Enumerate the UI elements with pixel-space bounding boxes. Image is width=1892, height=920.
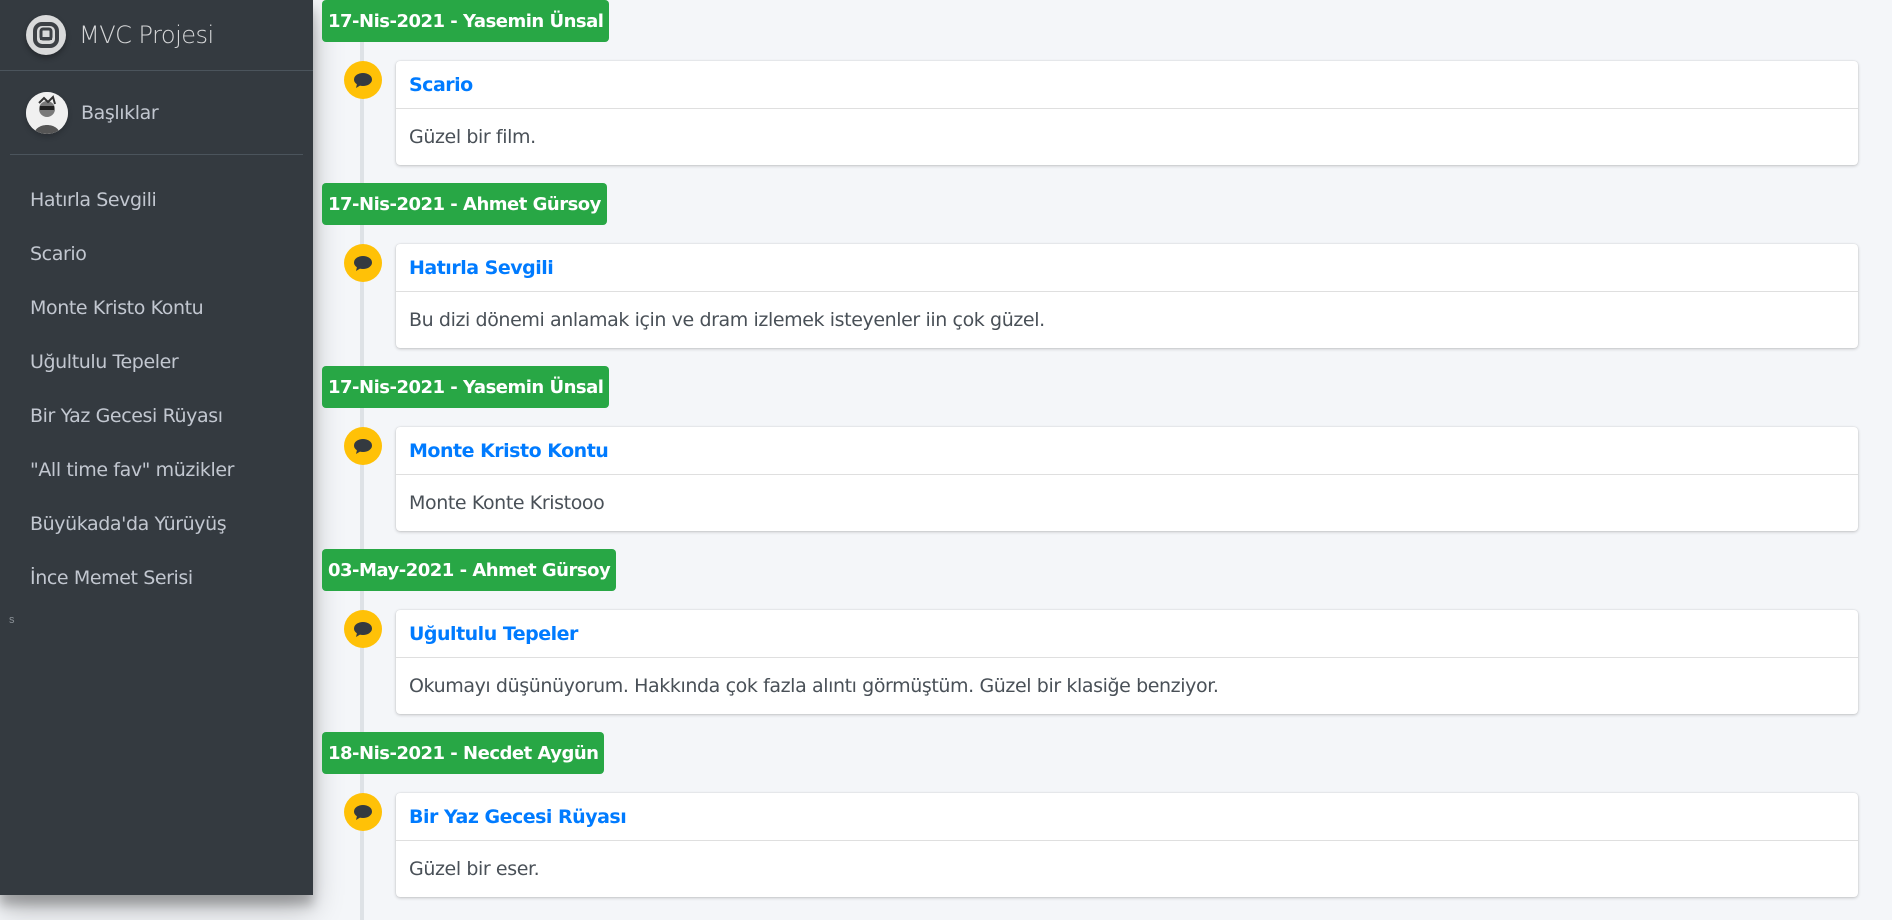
timeline-item: Scario Güzel bir film.	[396, 61, 1858, 165]
timeline-item-title[interactable]: Hatırla Sevgili	[396, 244, 1858, 292]
sidebar-item-hatirla-sevgili[interactable]: Hatırla Sevgili	[0, 173, 313, 227]
comment-icon	[344, 427, 382, 465]
sidebar-item-ugultulu-tepeler[interactable]: Uğultulu Tepeler	[0, 335, 313, 389]
timeline: 17-Nis-2021 - Yasemin Ünsal Scario Güzel…	[322, 0, 1858, 920]
comment-icon	[344, 793, 382, 831]
sidebar-item-all-time-fav-muzikler[interactable]: "All time fav" müzikler	[0, 443, 313, 497]
sidebar-item-buyukadada-yuruyus[interactable]: Büyükada'da Yürüyüş	[0, 497, 313, 551]
time-label: 17-Nis-2021 - Yasemin Ünsal	[322, 0, 610, 42]
sidebar-item-bir-yaz-gecesi-ruyasi[interactable]: Bir Yaz Gecesi Rüyası	[0, 389, 313, 443]
user-panel-label: Başlıklar	[81, 101, 159, 124]
timeline-item-body: Bu dizi dönemi anlamak için ve dram izle…	[409, 309, 1045, 331]
brand-title: MVC Projesi	[79, 21, 214, 49]
timeline-item-title[interactable]: Scario	[396, 61, 1858, 109]
timeline-item: Monte Kristo Kontu Monte Konte Kristooo	[396, 427, 1858, 531]
sidebar: MVC Projesi Başlıklar Hatırla Sevgili Sc…	[0, 0, 313, 895]
sidebar-nav: Hatırla Sevgili Scario Monte Kristo Kont…	[0, 155, 313, 605]
comment-icon	[344, 610, 382, 648]
comment-icon	[344, 244, 382, 282]
sidebar-item-monte-kristo-kontu[interactable]: Monte Kristo Kontu	[0, 281, 313, 335]
timeline-item: Hatırla Sevgili Bu dizi dönemi anlamak i…	[396, 244, 1858, 348]
time-label: 18-Nis-2021 - Necdet Aygün	[322, 732, 605, 774]
comment-icon	[344, 61, 382, 99]
user-panel[interactable]: Başlıklar	[10, 71, 303, 155]
timeline-item: Uğultulu Tepeler Okumayı düşünüyorum. Ha…	[396, 610, 1858, 714]
sidebar-item-ince-memet-serisi[interactable]: İnce Memet Serisi	[0, 551, 313, 605]
timeline-item-title[interactable]: Bir Yaz Gecesi Rüyası	[396, 793, 1858, 841]
time-label: 17-Nis-2021 - Ahmet Gürsoy	[322, 183, 607, 225]
timeline-item: Bir Yaz Gecesi Rüyası Güzel bir eser.	[396, 793, 1858, 897]
time-label: 03-May-2021 - Ahmet Gürsoy	[322, 549, 617, 591]
timeline-item-body: Monte Konte Kristooo	[409, 492, 605, 514]
time-label: 17-Nis-2021 - Yasemin Ünsal	[322, 366, 610, 408]
brand-link[interactable]: MVC Projesi	[0, 0, 313, 71]
timeline-item-body: Okumayı düşünüyorum. Hakkında çok fazla …	[409, 675, 1219, 697]
timeline-item-title[interactable]: Uğultulu Tepeler	[396, 610, 1858, 658]
user-avatar-icon	[26, 91, 68, 134]
sidebar-item-scario[interactable]: Scario	[0, 227, 313, 281]
stray-text: s	[9, 614, 15, 626]
timeline-item-title[interactable]: Monte Kristo Kontu	[396, 427, 1858, 475]
brand-logo-icon	[26, 15, 66, 55]
timeline-item-body: Güzel bir eser.	[409, 858, 540, 880]
timeline-item-body: Güzel bir film.	[409, 126, 536, 148]
timeline-line	[360, 40, 364, 920]
